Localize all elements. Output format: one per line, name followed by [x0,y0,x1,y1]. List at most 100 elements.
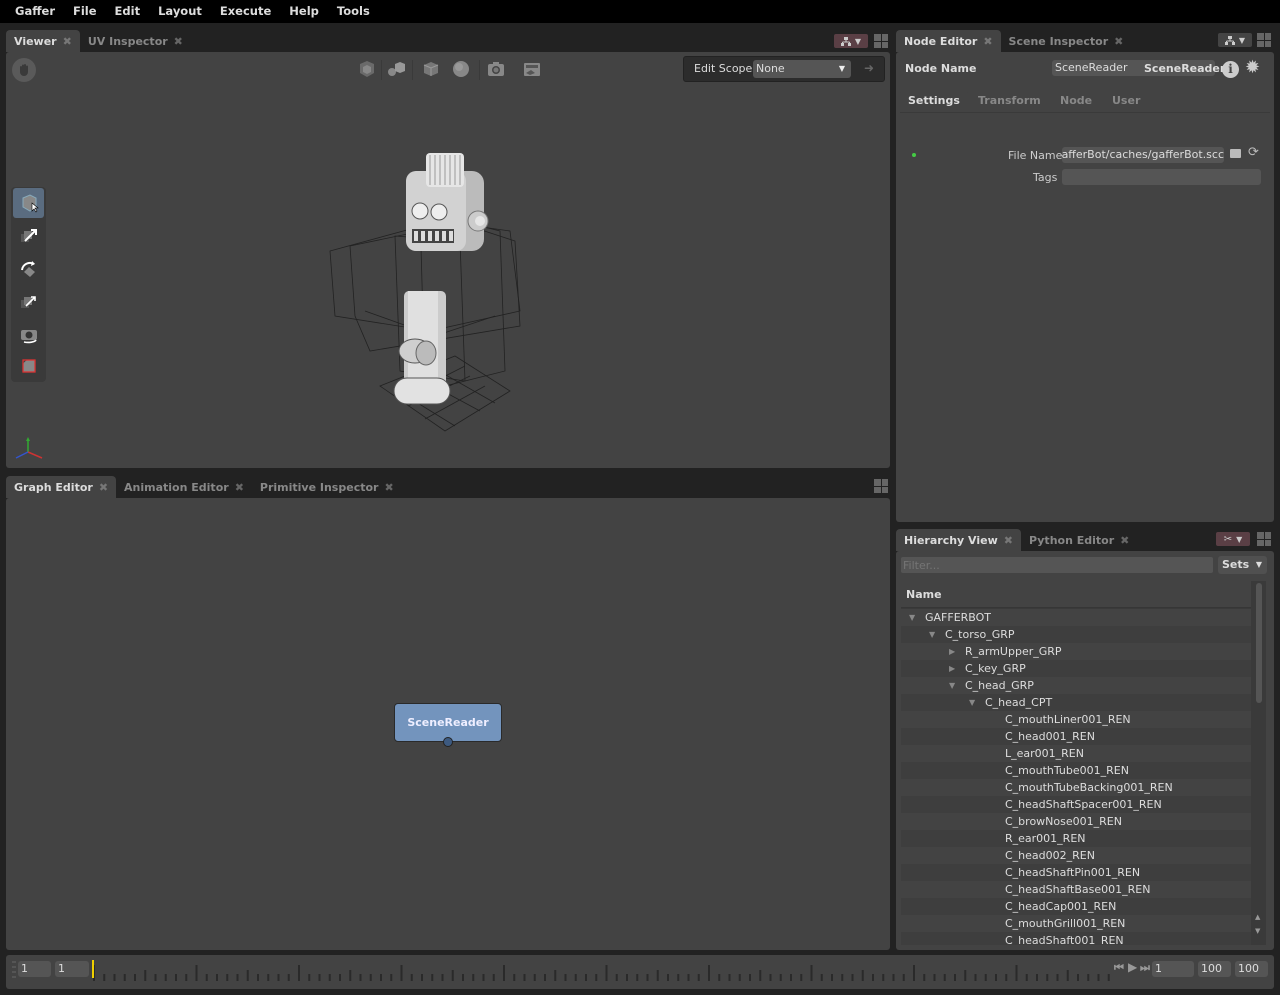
tab-node-editor[interactable]: Node Editor ✖ [896,30,1001,52]
timeline-end-input[interactable]: 100 [1198,961,1231,977]
close-icon[interactable]: ✖ [99,481,108,494]
node-editor-pin-button[interactable]: ▼ [1218,33,1252,47]
node-editor-layout-button[interactable] [1257,33,1271,47]
filter-input[interactable] [901,557,1213,573]
scroll-up-icon[interactable]: ▲ [1255,913,1260,921]
timeline-current-frame-input[interactable]: 1 [1152,961,1194,977]
close-icon[interactable]: ✖ [1114,35,1123,48]
tree-item[interactable]: ▼ C_head_CPT [901,694,1251,711]
subtab-settings[interactable]: Settings [900,90,968,112]
tree-item[interactable]: ▶ R_armUpper_GRP [901,643,1251,660]
graph-canvas[interactable]: SceneReader [6,498,890,950]
expanded-arrow-icon[interactable]: ▼ [929,626,935,643]
tab-uv-inspector[interactable]: UV Inspector ✖ [80,30,191,52]
tree-item[interactable]: C_mouthLiner001_REN [901,711,1251,728]
timeline-current-left-input[interactable]: 1 [55,961,89,977]
menu-layout[interactable]: Layout [149,0,211,23]
tree-item[interactable]: R_ear001_REN [901,830,1251,847]
timeline-playhead[interactable] [92,960,94,978]
close-icon[interactable]: ✖ [1004,534,1013,547]
tags-input[interactable] [1062,169,1261,185]
menu-gaffer[interactable]: Gaffer [6,0,64,23]
tree-item[interactable]: L_ear001_REN [901,745,1251,762]
menu-tools[interactable]: Tools [328,0,379,23]
expanded-arrow-icon[interactable]: ▼ [909,609,915,626]
tree-item[interactable]: C_headShaftBase001_REN [901,881,1251,898]
menu-execute[interactable]: Execute [211,0,280,23]
pan-hand-icon[interactable] [12,58,36,82]
viewer-pin-button[interactable]: ▼ [834,34,868,48]
tree-item[interactable]: C_head001_REN [901,728,1251,745]
expanded-arrow-icon[interactable]: ▼ [969,694,975,711]
tab-python-editor[interactable]: Python Editor ✖ [1021,529,1137,551]
tree-item[interactable]: C_mouthTube001_REN [901,762,1251,779]
tree-item[interactable]: ▼ GAFFERBOT [901,609,1251,626]
tree-item[interactable]: C_head002_REN [901,847,1251,864]
wireframe-cube-icon[interactable] [421,59,441,79]
tree-item[interactable]: C_mouthTubeBacking001_REN [901,779,1251,796]
subtab-node[interactable]: Node [1052,90,1100,112]
collapsed-arrow-icon[interactable]: ▶ [949,660,955,677]
menu-help[interactable]: Help [280,0,328,23]
tree-item[interactable]: ▼ C_head_GRP [901,677,1251,694]
hierarchy-layout-button[interactable] [1257,532,1271,546]
drag-handle[interactable] [12,961,16,979]
column-header-name[interactable]: Name [901,581,1251,608]
play-icon[interactable]: ▶ [1128,960,1137,974]
rotate-tool[interactable] [13,254,44,284]
grid-icon[interactable] [522,59,542,79]
arrow-right-icon[interactable]: ➜ [864,61,874,75]
info-icon[interactable]: i [1222,61,1239,78]
sets-dropdown[interactable]: Sets ▼ [1218,556,1267,574]
edit-scope-dropdown[interactable]: None ▼ [753,60,851,78]
close-icon[interactable]: ✖ [1120,534,1129,547]
scene-reader-node[interactable]: SceneReader [394,703,502,747]
tab-scene-inspector[interactable]: Scene Inspector ✖ [1001,30,1132,52]
tree-item[interactable]: ▶ C_key_GRP [901,660,1251,677]
node-output-plug[interactable] [443,737,453,747]
tree-item[interactable]: C_headShaft001_REN [901,932,1251,945]
folder-icon[interactable] [1230,149,1241,158]
expanded-arrow-icon[interactable]: ▼ [949,677,955,694]
crop-window-tool[interactable] [13,351,44,381]
vertical-scrollbar[interactable]: ▲ ▼ [1253,581,1264,945]
tab-primitive-inspector[interactable]: Primitive Inspector ✖ [252,476,402,498]
translate-tool[interactable] [13,221,44,251]
graph-layout-button[interactable] [874,479,888,493]
tree-item[interactable]: ▼ C_torso_GRP [901,626,1251,643]
gear-icon[interactable]: ✹ [1245,58,1260,78]
subtab-user[interactable]: User [1104,90,1148,112]
close-icon[interactable]: ✖ [983,35,992,48]
close-icon[interactable]: ✖ [63,35,72,48]
hierarchy-pin-button[interactable]: ✂ ▼ [1216,532,1250,546]
viewer-layout-button[interactable] [874,34,888,48]
tab-viewer[interactable]: Viewer ✖ [6,30,80,52]
file-name-input[interactable]: /gafferBot/caches/gafferBot.scc [1062,147,1224,163]
object-shading-icon[interactable] [386,59,406,79]
scroll-down-icon[interactable]: ▼ [1255,927,1260,935]
tree-item[interactable]: C_headCap001_REN [901,898,1251,915]
collapsed-arrow-icon[interactable]: ▶ [949,643,955,660]
skip-to-start-icon[interactable]: ⏮ [1114,961,1124,975]
menu-file[interactable]: File [64,0,106,23]
viewer-viewport[interactable]: Edit Scope None ▼ ➜ [6,52,890,468]
tab-graph-editor[interactable]: Graph Editor ✖ [6,476,117,498]
reload-icon[interactable]: ⟳ [1248,145,1259,160]
close-icon[interactable]: ✖ [384,481,393,494]
close-icon[interactable]: ✖ [174,35,183,48]
selection-mask-icon[interactable] [357,59,377,79]
tree-item[interactable]: C_headShaftPin001_REN [901,864,1251,881]
sphere-shading-icon[interactable] [451,59,471,79]
tree-item[interactable]: C_mouthGrill001_REN [901,915,1251,932]
subtab-transform[interactable]: Transform [970,90,1049,112]
select-tool[interactable] [13,188,44,218]
close-icon[interactable]: ✖ [235,481,244,494]
tab-hierarchy-view[interactable]: Hierarchy View ✖ [896,529,1021,551]
scale-tool[interactable] [13,287,44,317]
tree-item[interactable]: C_browNose001_REN [901,813,1251,830]
timeline-range-end-input[interactable]: 100 [1235,961,1268,977]
timeline-ruler[interactable] [92,959,1112,985]
tab-animation-editor[interactable]: Animation Editor ✖ [116,476,252,498]
menu-edit[interactable]: Edit [106,0,150,23]
camera-tool[interactable] [13,320,44,350]
